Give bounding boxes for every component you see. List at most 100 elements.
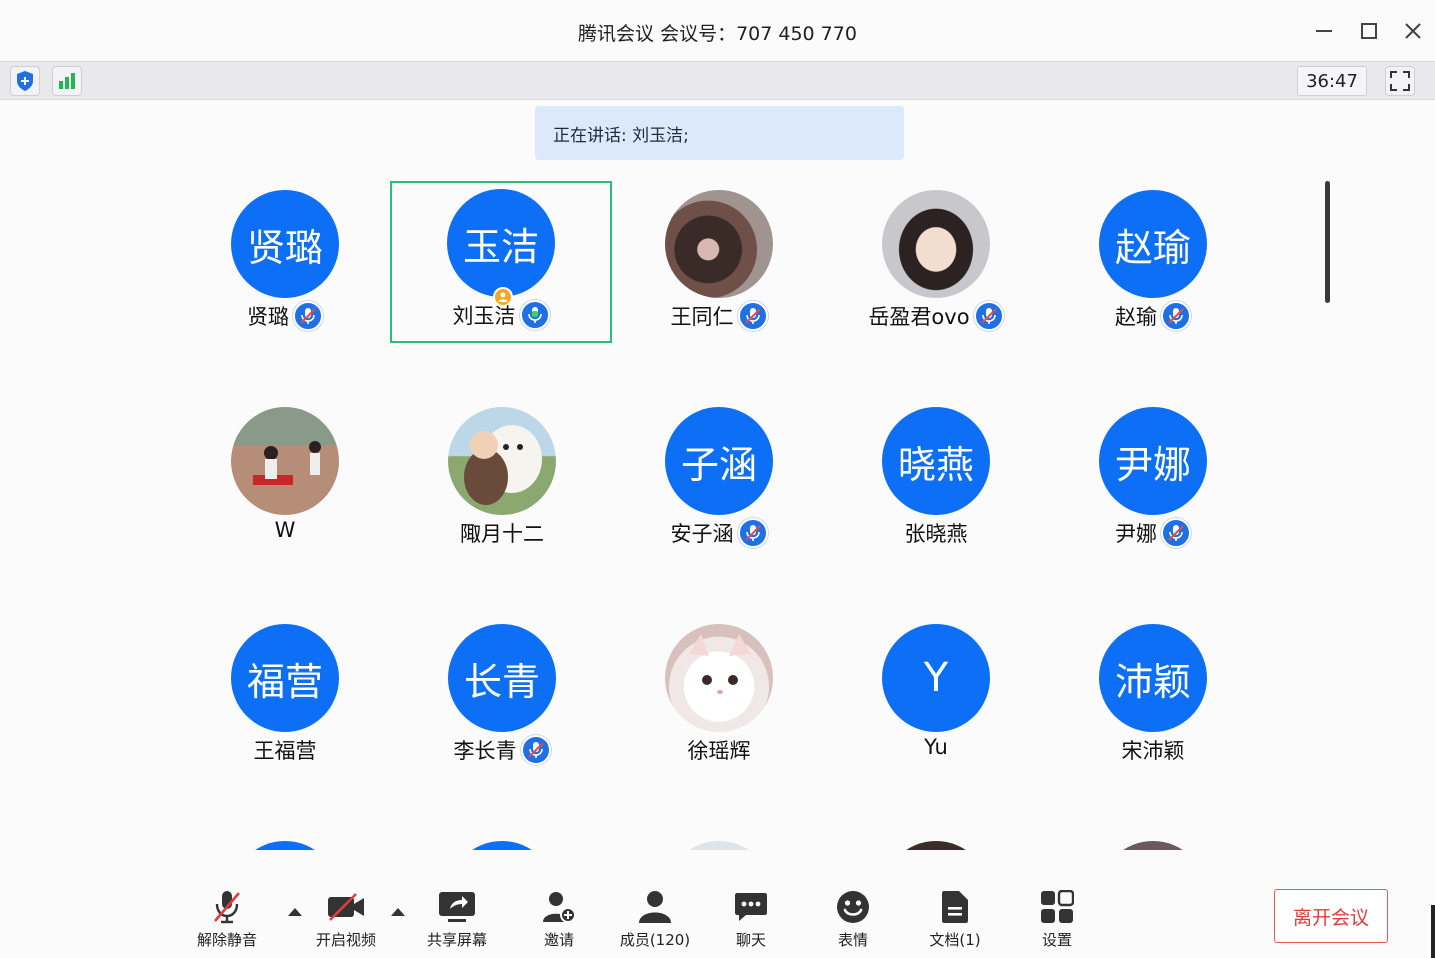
participant-tile-partial[interactable] xyxy=(608,833,830,850)
docs-label: 文档(1) xyxy=(929,931,981,949)
participant-tile[interactable]: 沛颖 宋沛颖 xyxy=(1042,616,1264,778)
fullscreen-button[interactable] xyxy=(1385,66,1415,96)
participant-tile[interactable]: 陬月十二 xyxy=(391,399,613,561)
mic-muted-icon xyxy=(520,735,551,765)
avatar-illustration xyxy=(448,407,556,515)
reactions-button[interactable]: 表情 xyxy=(808,887,898,950)
mic-muted-icon xyxy=(293,301,323,331)
avatar-cat xyxy=(665,624,773,732)
participant-tile[interactable]: 子涵 安子涵 xyxy=(608,399,830,561)
participant-name: 陬月十二 xyxy=(460,522,544,546)
start-video-button[interactable]: 开启视频 xyxy=(301,887,391,950)
participant-name: W xyxy=(274,518,296,542)
audio-options-chevron-up-icon[interactable] xyxy=(288,905,302,917)
status-bar: 36:47 xyxy=(0,61,1435,100)
settings-grid-icon xyxy=(1040,887,1074,927)
avatar: 尹娜 xyxy=(1099,407,1207,515)
participant-tile-partial[interactable] xyxy=(174,833,396,850)
participant-name: 刘玉洁 xyxy=(452,304,516,328)
avatar-photo xyxy=(665,841,773,850)
avatar: 长青 xyxy=(448,624,556,732)
participant-name: 王同仁 xyxy=(670,305,734,329)
avatar-photo xyxy=(1099,841,1207,850)
title-bar: 腾讯会议 会议号：707 450 770 xyxy=(0,0,1435,62)
mic-off-icon xyxy=(211,887,243,927)
participant-tile[interactable]: 王同仁 xyxy=(608,182,830,344)
minimize-button[interactable] xyxy=(1311,18,1337,44)
participant-name: 尹娜 xyxy=(1115,522,1157,546)
close-icon xyxy=(1405,23,1421,39)
members-label: 成员(120) xyxy=(619,931,691,949)
participant-name: Yu xyxy=(924,735,948,759)
unmute-label: 解除静音 xyxy=(196,931,257,949)
document-icon xyxy=(941,887,969,927)
participant-name: 岳盈君ovo xyxy=(868,305,970,329)
participant-tile[interactable]: 晓燕 张晓燕 xyxy=(825,399,1047,561)
participant-tile[interactable]: 岳盈君ovo xyxy=(825,182,1047,344)
participant-name: 赵瑜 xyxy=(1115,305,1157,329)
video-options-chevron-up-icon[interactable] xyxy=(391,905,405,917)
avatar xyxy=(231,841,339,850)
avatar: 赵瑜 xyxy=(1099,190,1207,298)
participant-tile[interactable]: 徐瑶辉 xyxy=(608,616,830,778)
docs-button[interactable]: 文档(1) xyxy=(910,887,1000,950)
participant-grid: 贤璐 贤璐 玉洁 刘玉洁 王同仁 岳盈君ovo 赵瑜 赵瑜 W 陬月十二 子涵 … xyxy=(0,162,1435,850)
camera-off-icon xyxy=(326,887,366,927)
share-screen-label: 共享屏幕 xyxy=(426,931,487,949)
participant-tile[interactable]: W xyxy=(174,399,396,561)
participant-tile-partial[interactable] xyxy=(825,833,1047,850)
avatar xyxy=(448,841,556,850)
avatar: 晓燕 xyxy=(882,407,990,515)
security-button[interactable] xyxy=(10,66,40,96)
fullscreen-icon xyxy=(1390,71,1410,91)
avatar-anime xyxy=(882,190,990,298)
signal-bars-icon xyxy=(59,73,75,89)
avatar-photo xyxy=(665,190,773,298)
avatar: 子涵 xyxy=(665,407,773,515)
participant-tile[interactable]: 长青 李长青 xyxy=(391,616,613,778)
minimize-icon xyxy=(1316,30,1332,32)
avatar: 沛颖 xyxy=(1099,624,1207,732)
invite-label: 邀请 xyxy=(543,931,574,949)
settings-button[interactable]: 设置 xyxy=(1012,887,1102,950)
chat-button[interactable]: 聊天 xyxy=(706,887,796,950)
participant-name: 安子涵 xyxy=(670,522,734,546)
scrollbar-thumb[interactable] xyxy=(1325,181,1330,303)
participant-tile[interactable]: 福营 王福营 xyxy=(174,616,396,778)
maximize-icon xyxy=(1361,23,1377,39)
close-button[interactable] xyxy=(1400,18,1426,44)
maximize-button[interactable] xyxy=(1356,18,1382,44)
invite-button[interactable]: 邀请 xyxy=(514,887,604,950)
mic-speaking-icon xyxy=(519,300,550,330)
mic-muted-icon xyxy=(1161,301,1191,331)
avatar: 贤璐 xyxy=(231,190,339,298)
avatar-photo xyxy=(231,407,339,515)
share-screen-button[interactable]: 共享屏幕 xyxy=(412,887,502,950)
add-user-icon xyxy=(541,887,577,927)
mic-muted-icon xyxy=(973,301,1004,331)
meeting-timer: 36:47 xyxy=(1297,66,1367,96)
chat-label: 聊天 xyxy=(735,931,766,949)
participant-name: 张晓燕 xyxy=(904,522,968,546)
participant-name: 徐瑶辉 xyxy=(687,739,751,763)
participant-tile-partial[interactable] xyxy=(391,833,613,850)
speaking-banner: 正在讲话: 刘玉洁; xyxy=(535,106,904,160)
start-video-label: 开启视频 xyxy=(315,931,376,949)
unmute-button[interactable]: 解除静音 xyxy=(182,887,272,950)
avatar-photo xyxy=(882,841,990,850)
participant-tile-active[interactable]: 玉洁 刘玉洁 xyxy=(390,181,612,343)
members-button[interactable]: 成员(120) xyxy=(610,887,700,950)
bottom-toolbar: 解除静音 开启视频 共享屏幕 邀请 成员(120) 聊天 表情 文档(1) 设置… xyxy=(0,851,1435,958)
participant-tile[interactable]: 尹娜 尹娜 xyxy=(1042,399,1264,561)
participant-tile[interactable]: 赵瑜 赵瑜 xyxy=(1042,182,1264,344)
smiley-icon xyxy=(836,887,870,927)
window-title: 腾讯会议 会议号：707 450 770 xyxy=(578,23,857,45)
avatar: Y xyxy=(882,624,990,732)
mic-muted-icon xyxy=(737,518,768,548)
network-status-button[interactable] xyxy=(52,66,82,96)
participant-tile[interactable]: 贤璐 贤璐 xyxy=(174,182,396,344)
participant-name: 王福营 xyxy=(253,739,317,763)
participant-tile[interactable]: Y Yu xyxy=(825,616,1047,778)
leave-meeting-button[interactable]: 离开会议 xyxy=(1274,889,1388,943)
participant-tile-partial[interactable] xyxy=(1042,833,1264,850)
